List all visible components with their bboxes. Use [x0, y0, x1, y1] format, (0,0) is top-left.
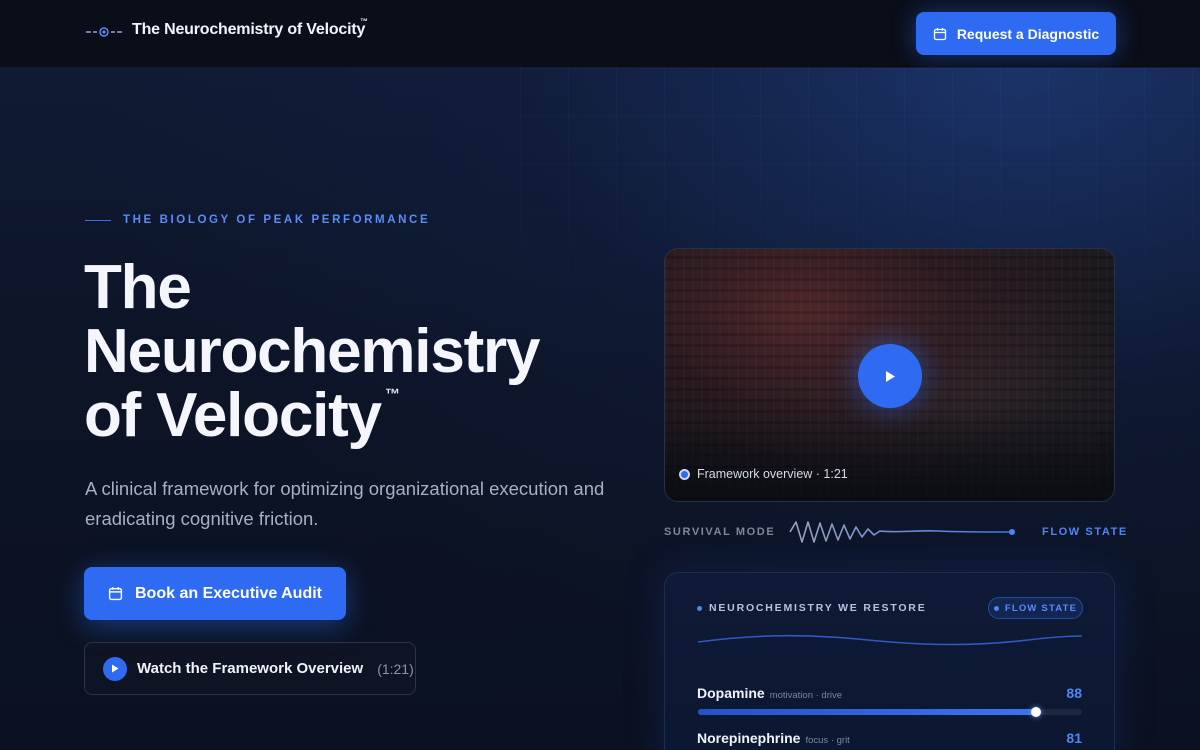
eyebrow-text: THE BIOLOGY OF PEAK PERFORMANCE [123, 214, 431, 226]
video-caption-text: Framework overview · 1:21 [697, 467, 848, 481]
metric-name-text: Norepinephrine [697, 730, 801, 746]
book-audit-label: Book an Executive Audit [135, 584, 322, 602]
metric-norepinephrine-name: Norepinephrine focus · grit [697, 730, 850, 746]
request-diagnostic-label: Request a Diagnostic [956, 25, 1100, 42]
neuro-panel-title: NEUROCHEMISTRY WE RESTORE [709, 602, 927, 614]
neuro-wave-line [698, 634, 1082, 646]
status-dot-icon [697, 605, 702, 611]
metric-dopamine-value: 88 [1066, 685, 1082, 701]
calendar-icon [933, 27, 946, 40]
request-diagnostic-button[interactable]: Request a Diagnostic [916, 12, 1116, 55]
survival-mode-label: SURVIVAL MODE [664, 526, 776, 538]
live-dot-icon [679, 468, 690, 480]
hero-subtitle: A clinical framework for optimizing orga… [85, 478, 605, 529]
flow-state-label: FLOW STATE [1042, 526, 1128, 538]
metric-dopamine-fill [698, 709, 1036, 715]
flow-state-badge: FLOW STATE [988, 597, 1083, 619]
watch-overview-label: Watch the Framework Overview [137, 660, 364, 677]
brand-name[interactable]: The Neurochemistry of Velocity [132, 21, 365, 39]
metric-dopamine-bar[interactable] [698, 707, 1082, 717]
metric-tags: motivation · drive [769, 690, 843, 701]
metric-dopamine-name: Dopamine motivation · drive [697, 685, 842, 701]
metric-dopamine-knob[interactable] [1030, 707, 1041, 717]
hero-title: The Neurochemistry of Velocity [84, 253, 540, 450]
metric-norepinephrine-value: 81 [1066, 730, 1082, 746]
brand-trademark: ™ [360, 17, 368, 26]
top-nav: The Neurochemistry of Velocity ™ Request… [0, 0, 1200, 68]
calendar-icon [108, 587, 123, 601]
book-audit-button[interactable]: Book an Executive Audit [84, 567, 346, 620]
watch-overview-button[interactable]: Watch the Framework Overview (1:21) [84, 642, 416, 695]
hero-eyebrow: THE BIOLOGY OF PEAK PERFORMANCE [85, 214, 430, 226]
watch-overview-duration: (1:21) [377, 660, 414, 677]
state-transition-wave [789, 521, 1015, 543]
flow-state-badge-text: FLOW STATE [1004, 602, 1078, 614]
play-icon [103, 656, 127, 681]
play-icon [886, 370, 895, 382]
badge-dot-icon [993, 605, 999, 611]
metric-tags: focus · grit [805, 735, 850, 746]
neuro-panel-header: NEUROCHEMISTRY WE RESTORE [697, 602, 927, 614]
video-play-button[interactable] [858, 344, 922, 408]
eyebrow-rule [85, 219, 111, 221]
hero-title-trademark: ™ [385, 386, 400, 403]
logo-icon [86, 27, 122, 37]
video-caption: Framework overview · 1:21 [679, 467, 848, 481]
metric-name-text: Dopamine [697, 685, 765, 701]
video-gradient [665, 411, 1114, 501]
